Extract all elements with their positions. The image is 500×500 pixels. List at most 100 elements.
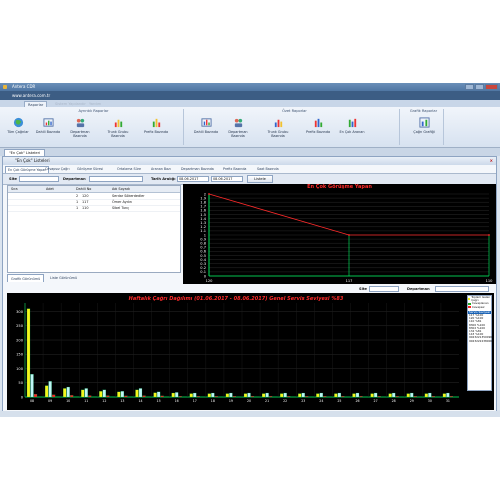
group-graphic-reports: Çağrı Grafiği Grafik Raporlar [404,109,444,145]
bar-answered [175,392,179,398]
extension-report-button[interactable]: Dahili Bazında [34,117,62,139]
column-dahili[interactable]: Dahili No [76,186,91,192]
bar-missed [106,395,110,398]
x-tick-label: 26 [355,399,359,403]
bar-total [81,389,85,398]
x-tick-label: 29 [410,399,414,403]
tab-call-duration[interactable]: Görüşme Süresi [75,166,105,173]
call-graph-button[interactable]: Çağrı Grafiği [410,117,438,139]
tab-list-view[interactable]: Liste Görünümü [47,274,80,282]
bar-answered [66,386,70,398]
tab-en-cok-listeleri[interactable]: "En Çok" Listeleri [4,149,46,156]
bar-answered [446,392,450,398]
site-select[interactable] [19,176,59,182]
bar-chart-icon [152,118,160,128]
x-tick-label: 14 [138,399,142,403]
date-from-field[interactable]: 08.06.2017 [177,176,209,182]
chart-site-select[interactable] [369,286,399,292]
summary-prefix-button[interactable]: Prefix Bazında [304,117,332,139]
table-chart-icon [42,118,54,127]
bar-total [424,393,428,398]
y-tick-label: 0.7 [200,246,206,250]
bar-answered [319,392,323,398]
summary-trunk-button[interactable]: Trunk Grubu Bazında [264,117,292,139]
bar-total [243,393,248,398]
site-label: Site [9,177,17,181]
sub-tabs: En Çok Görüşme Yapan Cevapsız Çağrı Görü… [3,166,496,173]
bar-answered [193,392,197,398]
summary-prefix-label: Prefix Bazında [305,130,331,134]
weekly-chart-plot: Haftalık Çağrı Dağılımı (01.06.2017 - 08… [16,296,459,403]
bar-missed [341,396,345,398]
y-tick-label: 0 [204,274,207,278]
y-tick-label: 1.6 [200,209,206,213]
bar-missed [323,396,327,398]
bar-answered [229,392,233,398]
tab-graph-view[interactable]: Grafik Görünümü [7,274,45,282]
x-tick-label: 17 [193,399,197,403]
bar-missed [124,395,128,398]
bar-total [442,393,447,398]
bar-answered [373,392,378,398]
close-icon[interactable]: × [490,157,493,165]
y-tick-label: 100 [16,367,24,371]
chart-department-select[interactable] [435,286,489,292]
chart-legend: Toplam Gelen Çağrı Cevaplanan Cevapsız S… [467,295,492,391]
chart-site-label: Site [359,287,367,291]
app-icon [3,85,7,89]
column-adet[interactable]: Adet [46,186,54,192]
bar-total [135,389,139,398]
people-icon [234,118,242,128]
bar-missed [178,396,182,398]
bar-total [370,393,374,398]
trunk-report-button[interactable]: Trunk Grubu Bazında [104,117,132,139]
bar-chart-icon [348,118,356,128]
bar-answered [138,388,143,398]
tab-missed-calls[interactable]: Cevapsız Çağrı [43,166,72,173]
y-tick-label: 0.9 [200,237,206,241]
bar-missed [449,396,454,398]
minimize-button[interactable] [465,84,474,90]
bar-missed [305,396,309,398]
summary-extension-button[interactable]: Dahili Bazında [192,117,220,139]
data-point [488,234,490,236]
y-tick-label: 1 [204,233,206,237]
tab-department[interactable]: Departman Bazında [179,166,216,173]
summary-extension-label: Dahili Bazında [193,130,219,134]
date-to-field[interactable]: 08.06.2017 [211,176,243,182]
tab-prefix[interactable]: Prefix Bazında [221,166,248,173]
tab-average-duration[interactable]: Ortalama Süre [115,166,143,173]
prefix-report-button[interactable]: Prefix Bazında [142,117,170,139]
list-button[interactable]: Listele [247,175,273,183]
department-report-button[interactable]: Departman Bazında [66,117,94,139]
trunk-report-label: Trunk Grubu Bazında [107,130,129,138]
all-calls-button[interactable]: Tüm Çağrılar [4,117,32,139]
bar-missed [51,394,56,398]
department-select[interactable] [89,176,143,182]
status-bar [0,411,500,417]
bar-total [153,392,157,398]
bar-answered [211,392,215,398]
column-sira[interactable]: Sıra [11,186,18,192]
summary-department-button[interactable]: Departman Bazında [224,117,252,139]
globe-icon [13,117,23,128]
column-adi-soyadi[interactable]: Adı Soyadı [112,186,130,192]
bar-missed [413,396,417,398]
maximize-button[interactable] [475,84,484,90]
legend-swatch [468,298,471,301]
table-row[interactable]: 1 110 Sibel Tunç [8,205,180,212]
bar-missed [268,396,273,398]
tab-called-number[interactable]: Aranan Bazı [149,166,173,173]
extension-report-label: Dahili Bazında [35,130,61,134]
department-report-label: Departman Bazında [70,130,90,138]
close-button[interactable] [485,84,498,90]
tab-hourly[interactable]: Saat Bazında [255,166,281,173]
most-called-button[interactable]: En Çok Aranan [338,117,366,139]
legend-swatch [468,303,471,305]
graphic-reports-title: Grafik Raporlar [409,109,438,113]
group-detailed-reports: Tüm Çağrılar Dahili Bazında Departman Ba… [4,109,184,145]
summary-reports-title: Özet Raporlar [282,109,307,113]
department-label: Departman [63,177,86,181]
all-calls-label: Tüm Çağrılar [7,130,29,134]
x-tick-label: 24 [319,399,323,403]
